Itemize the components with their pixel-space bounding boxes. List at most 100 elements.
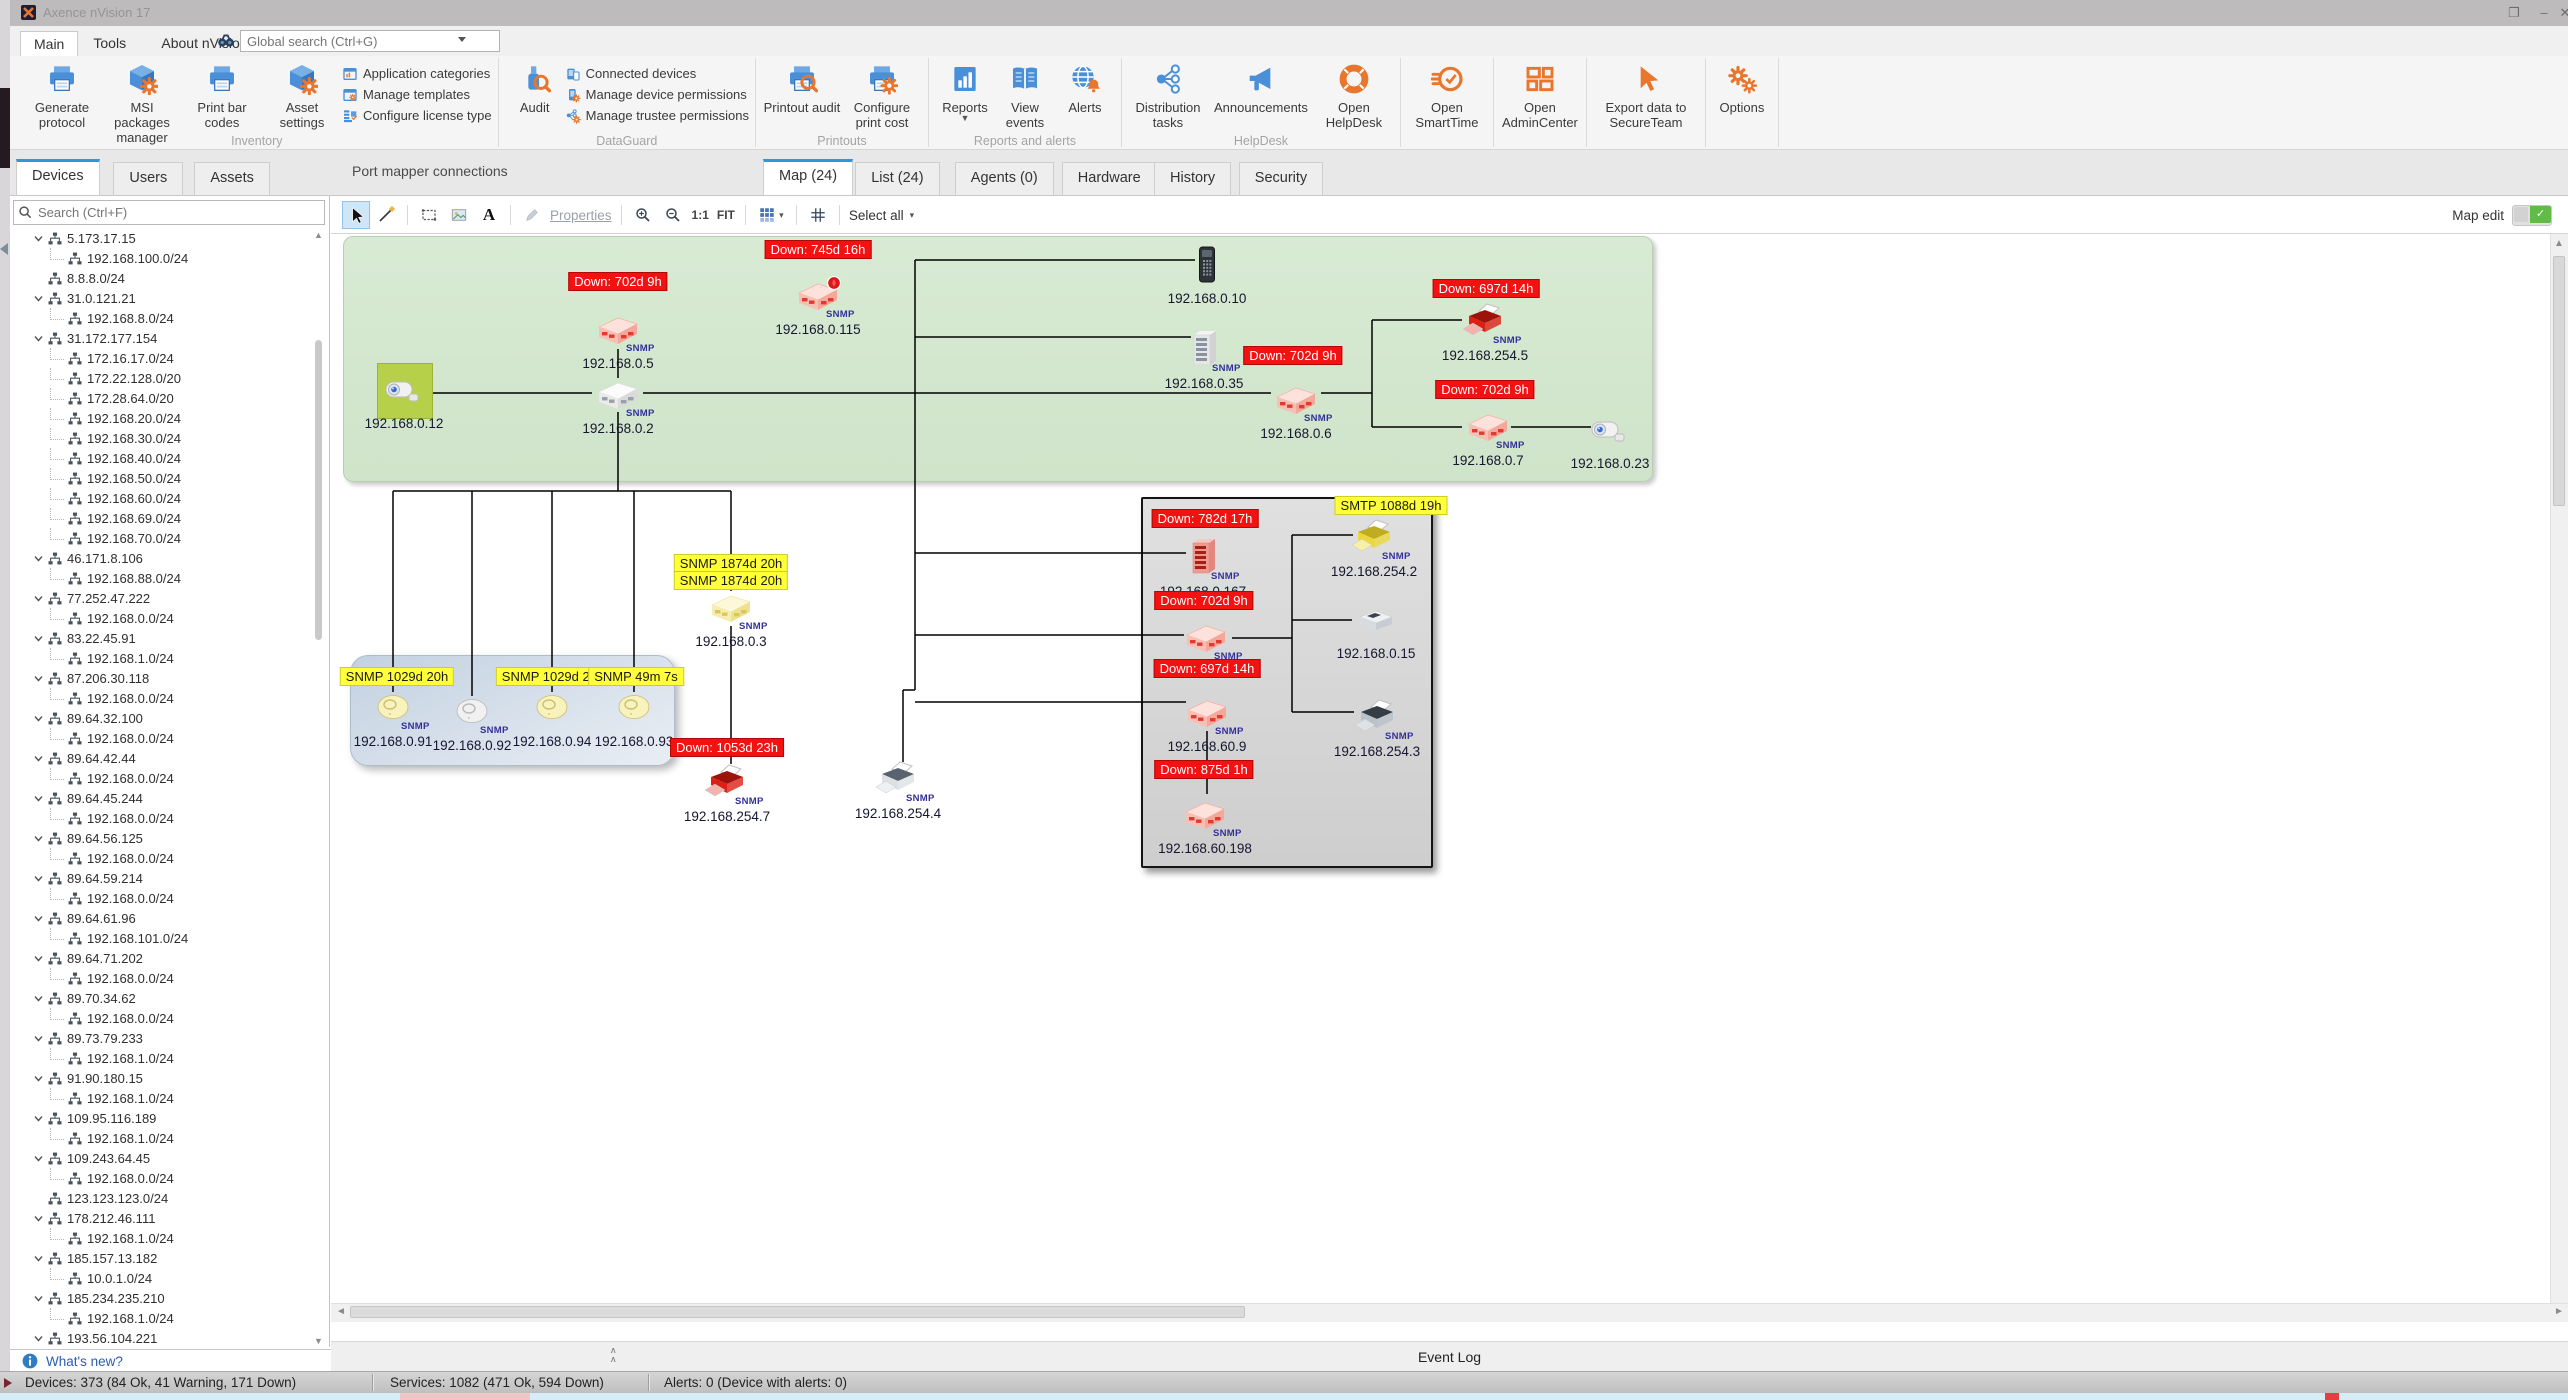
map-scroll-up-icon[interactable]: ▲ xyxy=(2552,238,2566,250)
tree-item-91.90.180.15[interactable]: 91.90.180.15 xyxy=(10,1068,315,1088)
whats-new-link[interactable]: What's new? xyxy=(46,1354,123,1369)
tree-item-192.168.100.0-24[interactable]: 192.168.100.0/24 xyxy=(10,248,315,268)
tree-item-192.168.0.0-24[interactable]: 192.168.0.0/24 xyxy=(10,608,315,628)
tree-item-46.171.8.106[interactable]: 46.171.8.106 xyxy=(10,548,315,568)
tree-item-192.168.0.0-24[interactable]: 192.168.0.0/24 xyxy=(10,768,315,788)
tree-item-192.168.20.0-24[interactable]: 192.168.20.0/24 xyxy=(10,408,315,428)
tree-item-89.70.34.62[interactable]: 89.70.34.62 xyxy=(10,988,315,1008)
tree-item-192.168.69.0-24[interactable]: 192.168.69.0/24 xyxy=(10,508,315,528)
device-192.168.0.23[interactable] xyxy=(1586,410,1634,450)
tree-item-185.234.235.210[interactable]: 185.234.235.210 xyxy=(10,1288,315,1308)
chevron-down-icon[interactable] xyxy=(34,754,43,763)
chevron-down-icon[interactable] xyxy=(34,1254,43,1263)
properties-button[interactable]: Properties xyxy=(550,208,612,223)
tree-item-192.168.1.0-24[interactable]: 192.168.1.0/24 xyxy=(10,1308,315,1328)
chevron-down-icon[interactable] xyxy=(34,1154,43,1163)
map-hscrollbar-thumb[interactable] xyxy=(350,1306,1245,1318)
device-192.168.0.93[interactable] xyxy=(610,688,658,728)
chevron-down-icon[interactable] xyxy=(34,1074,43,1083)
image-tool-button[interactable] xyxy=(445,201,473,229)
tree-item-31.0.121.21[interactable]: 31.0.121.21 xyxy=(10,288,315,308)
zoom-in-icon[interactable] xyxy=(629,201,657,229)
menu-tab-tools[interactable]: Tools xyxy=(80,31,139,56)
chevron-down-icon[interactable] xyxy=(34,994,43,1003)
tree-item-192.168.0.0-24[interactable]: 192.168.0.0/24 xyxy=(10,688,315,708)
chevron-down-icon[interactable] xyxy=(34,794,43,803)
ribbon-button-printout-audit[interactable]: Printout audit xyxy=(762,58,842,118)
tree-item-178.212.46.111[interactable]: 178.212.46.111 xyxy=(10,1208,315,1228)
tree-item-89.64.59.214[interactable]: 89.64.59.214 xyxy=(10,868,315,888)
ribbon-button-application-categories[interactable]: Application categories xyxy=(342,63,492,84)
tree-item-31.172.177.154[interactable]: 31.172.177.154 xyxy=(10,328,315,348)
chevron-down-icon[interactable] xyxy=(34,634,43,643)
tree-search-input[interactable] xyxy=(36,202,320,223)
ribbon-button-connected-devices[interactable]: Connected devices xyxy=(565,63,749,84)
tree-item-172.28.64.0-20[interactable]: 172.28.64.0/20 xyxy=(10,388,315,408)
tree-item-192.168.0.0-24[interactable]: 192.168.0.0/24 xyxy=(10,728,315,748)
sidebar-tab-users[interactable]: Users xyxy=(113,162,183,195)
ribbon-button-manage-device-permissions[interactable]: Manage device permissions xyxy=(565,84,749,105)
tree-item-89.64.42.44[interactable]: 89.64.42.44 xyxy=(10,748,315,768)
tree-item-192.168.70.0-24[interactable]: 192.168.70.0/24 xyxy=(10,528,315,548)
map-tab-history[interactable]: History xyxy=(1154,162,1231,195)
tree-item-77.252.47.222[interactable]: 77.252.47.222 xyxy=(10,588,315,608)
text-tool-button[interactable]: A xyxy=(475,201,503,229)
tree-item-192.168.8.0-24[interactable]: 192.168.8.0/24 xyxy=(10,308,315,328)
tree-item-193.56.104.221[interactable]: 193.56.104.221 xyxy=(10,1328,315,1347)
chevron-down-icon[interactable] xyxy=(34,914,43,923)
tree-item-10.0.1.0-24[interactable]: 10.0.1.0/24 xyxy=(10,1268,315,1288)
chevron-down-icon[interactable] xyxy=(34,1294,43,1303)
tree-item-192.168.40.0-24[interactable]: 192.168.40.0/24 xyxy=(10,448,315,468)
minimize-button[interactable]: – xyxy=(2533,2,2555,24)
map-scroll-left-icon[interactable]: ◄ xyxy=(336,1307,346,1317)
tree-item-192.168.1.0-24[interactable]: 192.168.1.0/24 xyxy=(10,1228,315,1248)
ribbon-button-export-data-to-secureteam[interactable]: Export data to SecureTeam xyxy=(1593,58,1699,133)
tree-item-192.168.0.0-24[interactable]: 192.168.0.0/24 xyxy=(10,1168,315,1188)
chevron-down-icon[interactable] xyxy=(34,1214,43,1223)
tree-item-5.173.17.15[interactable]: 5.173.17.15 xyxy=(10,228,315,248)
snap-grid-button[interactable] xyxy=(804,201,832,229)
zoom-fit-button[interactable]: FIT xyxy=(717,208,735,222)
tree-item-192.168.0.0-24[interactable]: 192.168.0.0/24 xyxy=(10,968,315,988)
select-all-dropdown-icon[interactable]: ▾ xyxy=(910,210,915,221)
event-log-bar[interactable]: ʌʌ Event Log xyxy=(331,1341,2568,1372)
ribbon-button-manage-templates[interactable]: Manage templates xyxy=(342,84,492,105)
tree-item-192.168.1.0-24[interactable]: 192.168.1.0/24 xyxy=(10,1088,315,1108)
chevron-down-icon[interactable] xyxy=(34,234,43,243)
tree-item-87.206.30.118[interactable]: 87.206.30.118 xyxy=(10,668,315,688)
ribbon-button-configure-license-type[interactable]: Configure license type xyxy=(342,105,492,126)
global-search-dropdown-icon[interactable] xyxy=(458,37,466,42)
layout-grid-button[interactable]: ▾ xyxy=(753,201,789,229)
tree-item-192.168.60.0-24[interactable]: 192.168.60.0/24 xyxy=(10,488,315,508)
sidebar-tab-devices[interactable]: Devices xyxy=(16,159,100,195)
ribbon-button-open-admincenter[interactable]: Open AdminCenter xyxy=(1500,58,1580,133)
ribbon-button-manage-trustee-permissions[interactable]: Manage trustee permissions xyxy=(565,105,749,126)
map-tab-list-24[interactable]: List (24) xyxy=(855,162,939,195)
select-tool-button[interactable] xyxy=(342,201,370,229)
device-192.168.0.10[interactable] xyxy=(1183,245,1231,285)
chevron-down-icon[interactable] xyxy=(34,1114,43,1123)
device-192.168.0.94[interactable] xyxy=(528,688,576,728)
tree-item-89.64.45.244[interactable]: 89.64.45.244 xyxy=(10,788,315,808)
ribbon-button-announcements[interactable]: Announcements xyxy=(1208,58,1314,118)
ribbon-button-open-smarttime[interactable]: Open SmartTime xyxy=(1407,58,1487,133)
tree-item-185.157.13.182[interactable]: 185.157.13.182 xyxy=(10,1248,315,1268)
tree-item-89.64.56.125[interactable]: 89.64.56.125 xyxy=(10,828,315,848)
tree-item-192.168.101.0-24[interactable]: 192.168.101.0/24 xyxy=(10,928,315,948)
tree-item-8.8.8.0-24[interactable]: 8.8.8.0/24 xyxy=(10,268,315,288)
tree-scroll-up-icon[interactable]: ▲ xyxy=(314,231,323,240)
tree-item-89.73.79.233[interactable]: 89.73.79.233 xyxy=(10,1028,315,1048)
tree-item-192.168.30.0-24[interactable]: 192.168.30.0/24 xyxy=(10,428,315,448)
ribbon-button-view-events[interactable]: View events xyxy=(995,58,1055,133)
tree-item-123.123.123.0-24[interactable]: 123.123.123.0/24 xyxy=(10,1188,315,1208)
tree-item-109.95.116.189[interactable]: 109.95.116.189 xyxy=(10,1108,315,1128)
chevron-down-icon[interactable] xyxy=(34,334,43,343)
map-edit-toggle[interactable]: ✓ xyxy=(2512,205,2552,226)
map-tab-map-24[interactable]: Map (24) xyxy=(763,159,853,195)
menu-tab-main[interactable]: Main xyxy=(20,31,78,57)
tree-scrollbar-thumb[interactable] xyxy=(315,340,322,640)
chevron-down-icon[interactable] xyxy=(34,714,43,723)
chevron-down-icon[interactable] xyxy=(34,294,43,303)
chevron-down-icon[interactable] xyxy=(34,954,43,963)
chevron-down-icon[interactable] xyxy=(34,594,43,603)
